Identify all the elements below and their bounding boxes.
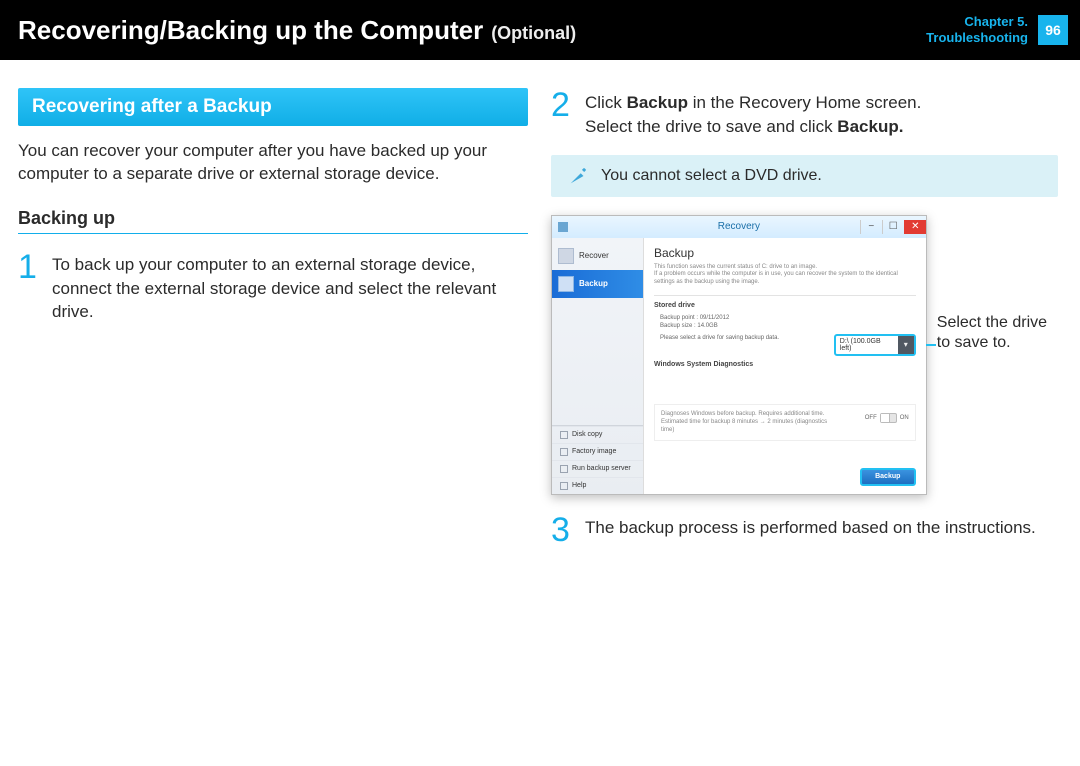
backup-size: Backup size : 14.0GB — [660, 323, 910, 329]
step-number: 1 — [18, 250, 40, 324]
stored-drive-label: Stored drive — [654, 302, 916, 309]
recover-icon — [558, 248, 574, 264]
minimize-button[interactable]: − — [860, 220, 882, 234]
sidebar-disk-copy[interactable]: Disk copy — [552, 426, 643, 443]
page-header: Recovering/Backing up the Computer (Opti… — [0, 0, 1080, 60]
sidebar-item-label: Backup — [579, 279, 608, 288]
diagnostics-text: Diagnoses Windows before backup. Require… — [661, 411, 841, 434]
sidebar-item-label: Recover — [579, 251, 609, 260]
drive-selected-value: D:\ (100.0GB left) — [836, 338, 898, 352]
step-1: 1 To back up your computer to an externa… — [18, 250, 529, 324]
disk-copy-icon — [560, 431, 568, 439]
header-right: Chapter 5. Troubleshooting 96 — [926, 14, 1068, 45]
diagnostics-label: Windows System Diagnostics — [654, 361, 916, 368]
left-column: Recovering after a Backup You can recove… — [18, 88, 529, 561]
sidebar-item-backup[interactable]: Backup — [552, 270, 643, 298]
chapter-number: Chapter 5. — [926, 14, 1028, 30]
factory-image-icon — [560, 448, 568, 456]
step-3: 3 The backup process is performed based … — [551, 513, 1062, 547]
step-text: The backup process is performed based on… — [585, 513, 1036, 547]
step-2: 2 Click Backup in the Recovery Home scre… — [551, 88, 1062, 139]
callout-connector — [926, 344, 936, 346]
diagnostics-toggle[interactable]: OFF ON — [865, 411, 909, 425]
app-logo-icon — [558, 222, 568, 232]
sidebar-help[interactable]: Help — [552, 477, 643, 494]
screenshot-with-callout: Recovery − ☐ ✕ Recover — [551, 215, 1062, 495]
maximize-button[interactable]: ☐ — [882, 220, 904, 234]
sidebar-btn-label: Factory image — [572, 448, 616, 455]
note-box: You cannot select a DVD drive. — [551, 155, 1058, 197]
page-title-optional: (Optional) — [491, 23, 576, 44]
step-text: Click Backup in the Recovery Home screen… — [585, 88, 921, 139]
step-number: 2 — [551, 88, 573, 139]
backup-point: Backup point : 09/11/2012 — [660, 315, 910, 321]
sidebar-btn-label: Disk copy — [572, 431, 602, 438]
panel-title: Backup — [654, 246, 916, 260]
page-title: Recovering/Backing up the Computer — [18, 15, 483, 46]
page-number-badge: 96 — [1038, 15, 1068, 45]
app-title: Recovery — [718, 221, 760, 232]
chapter-name: Troubleshooting — [926, 30, 1028, 46]
sidebar-btn-label: Help — [572, 482, 586, 489]
panel-footer: Backup — [860, 468, 916, 486]
right-column: 2 Click Backup in the Recovery Home scre… — [551, 88, 1062, 561]
sidebar-bottom: Disk copy Factory image Run backup serve… — [552, 425, 643, 494]
chapter-label: Chapter 5. Troubleshooting — [926, 14, 1028, 45]
note-icon — [567, 165, 589, 187]
backup-icon — [558, 276, 574, 292]
step-text: To back up your computer to an external … — [52, 250, 529, 324]
app-sidebar: Recover Backup Disk copy Factory image R… — [552, 238, 644, 494]
drive-select-dropdown[interactable]: D:\ (100.0GB left) ▾ — [834, 334, 916, 356]
diagnostics-row: Diagnoses Windows before backup. Require… — [654, 404, 916, 441]
step-text-part: Click — [585, 93, 627, 112]
intro-paragraph: You can recover your computer after you … — [18, 140, 529, 186]
app-titlebar: Recovery − ☐ ✕ — [552, 216, 926, 238]
toggle-off-label: OFF — [865, 415, 877, 421]
note-text: You cannot select a DVD drive. — [601, 167, 822, 185]
sidebar-factory-image[interactable]: Factory image — [552, 443, 643, 460]
recovery-app-window: Recovery − ☐ ✕ Recover — [551, 215, 927, 495]
divider — [654, 295, 916, 296]
window-controls: − ☐ ✕ — [860, 220, 926, 234]
sidebar-item-recover[interactable]: Recover — [552, 242, 643, 270]
sidebar-run-backup-server[interactable]: Run backup server — [552, 460, 643, 477]
step-text-bold: Backup — [627, 93, 688, 112]
callout-label: Select the drive to save to. — [937, 215, 1062, 355]
panel-description: This function saves the current status o… — [654, 264, 916, 287]
step-number: 3 — [551, 513, 573, 547]
section-heading-bar: Recovering after a Backup — [18, 88, 528, 126]
step-text-bold: Backup. — [837, 117, 903, 136]
app-main-panel: Backup This function saves the current s… — [644, 238, 926, 494]
backup-button[interactable]: Backup — [860, 468, 916, 486]
toggle-track — [880, 413, 897, 423]
header-title-group: Recovering/Backing up the Computer (Opti… — [18, 15, 576, 46]
page-body: Recovering after a Backup You can recove… — [0, 60, 1080, 561]
subheading-backing-up: Backing up — [18, 208, 528, 234]
sidebar-btn-label: Run backup server — [572, 465, 631, 472]
close-button[interactable]: ✕ — [904, 220, 926, 234]
toggle-on-label: ON — [900, 415, 909, 421]
chevron-down-icon: ▾ — [898, 336, 914, 354]
app-content: Recover Backup Disk copy Factory image R… — [552, 238, 926, 494]
server-icon — [560, 465, 568, 473]
help-icon — [560, 482, 568, 490]
